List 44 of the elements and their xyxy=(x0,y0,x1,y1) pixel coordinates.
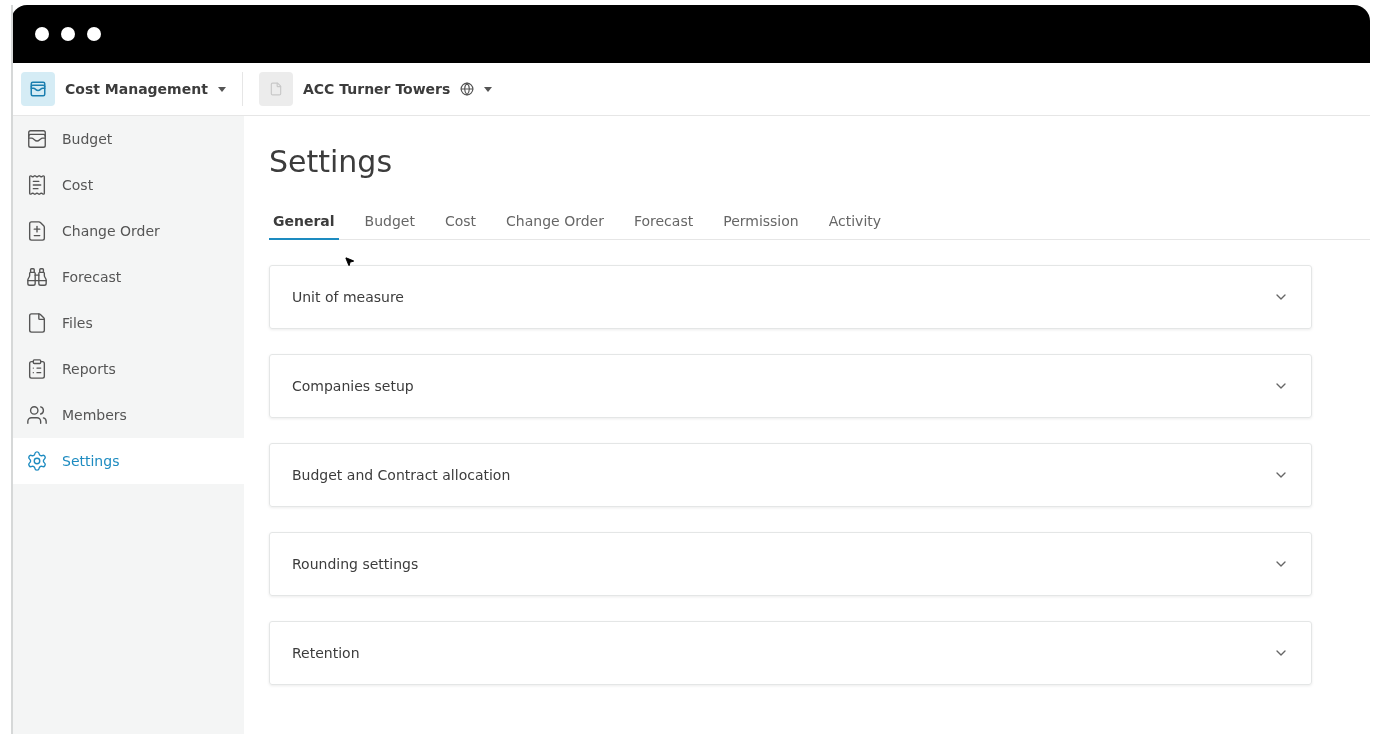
wallet-icon xyxy=(21,72,55,106)
sidebar-icon xyxy=(26,220,48,242)
section-title: Budget and Contract allocation xyxy=(292,467,511,483)
section-title: Unit of measure xyxy=(292,289,404,305)
sidebar-icon xyxy=(26,128,48,150)
sidebar-item[interactable]: Change Order xyxy=(13,208,244,254)
sidebar-icon xyxy=(26,312,48,334)
sidebar-item[interactable]: Members xyxy=(13,392,244,438)
sidebar-icon xyxy=(26,358,48,380)
sidebar-item[interactable]: Settings xyxy=(13,438,244,484)
accordion-section[interactable]: Budget and Contract allocation xyxy=(269,443,1312,507)
tab[interactable]: Forecast xyxy=(629,205,698,240)
sidebar-icon xyxy=(26,174,48,196)
sidebar-item[interactable]: Budget xyxy=(13,116,244,162)
sidebar-icon xyxy=(26,266,48,288)
sidebar-icon xyxy=(26,450,48,472)
tab[interactable]: Budget xyxy=(360,205,419,240)
section-title: Retention xyxy=(292,645,360,661)
caret-icon[interactable] xyxy=(484,86,493,92)
accordion-section[interactable]: Unit of measure xyxy=(269,265,1312,329)
accordion-section[interactable]: Companies setup xyxy=(269,354,1312,418)
section-title: Rounding settings xyxy=(292,556,419,572)
globe-icon xyxy=(460,82,475,96)
project-selector[interactable]: ACC Turner Towers xyxy=(303,81,451,97)
sidebar-icon xyxy=(26,404,48,426)
tab[interactable]: General xyxy=(269,205,339,240)
accordion-section[interactable]: Rounding settings xyxy=(269,532,1312,596)
sidebar-item[interactable]: Cost xyxy=(13,162,244,208)
sidebar-item[interactable]: Forecast xyxy=(13,254,244,300)
sidebar-item[interactable]: Reports xyxy=(13,346,244,392)
tab[interactable]: Activity xyxy=(824,205,886,240)
window-dot[interactable] xyxy=(35,27,49,41)
window-dot[interactable] xyxy=(61,27,75,41)
app-switcher[interactable]: Cost Management xyxy=(65,81,208,97)
section-title: Companies setup xyxy=(292,378,414,394)
tab[interactable]: Change Order xyxy=(502,205,608,240)
tab[interactable]: Permission xyxy=(719,205,803,240)
sidebar-item[interactable]: Files xyxy=(13,300,244,346)
project-thumbnail xyxy=(259,72,293,106)
caret-icon[interactable] xyxy=(217,86,226,92)
tab[interactable]: Cost xyxy=(440,205,481,240)
window-dot[interactable] xyxy=(87,27,101,41)
page-title: Settings xyxy=(269,144,394,179)
accordion-section[interactable]: Retention xyxy=(269,621,1312,685)
